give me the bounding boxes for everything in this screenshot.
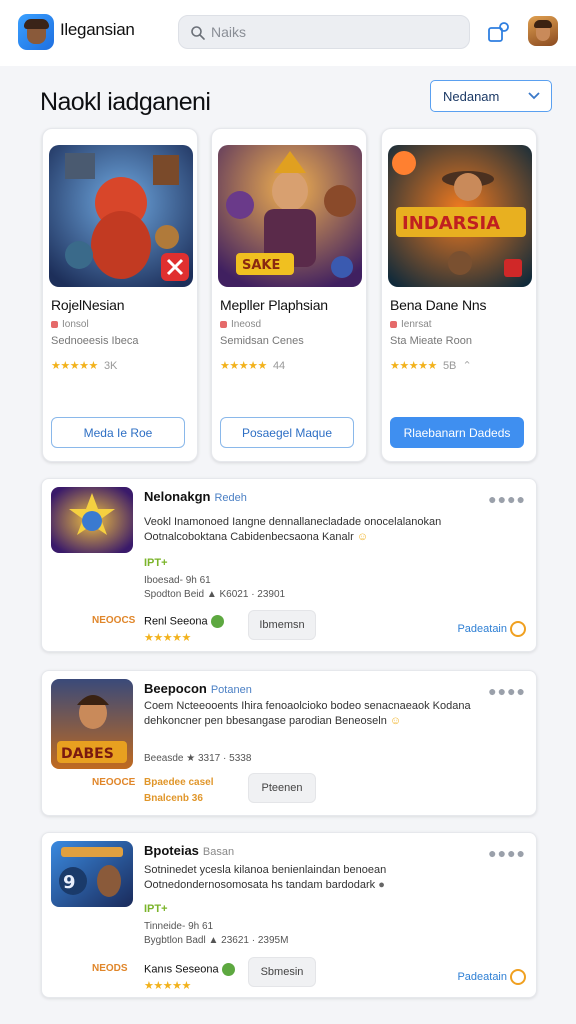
item-info: Iboesad- 9h 61: [144, 575, 211, 586]
app-logo-icon[interactable]: [18, 14, 54, 50]
item-link[interactable]: Padeatain: [457, 621, 526, 637]
sort-dropdown[interactable]: Nedanam: [430, 80, 552, 112]
item-title: Nelonakgn Redeh: [144, 489, 247, 504]
game-art-image: [49, 145, 193, 287]
svg-text:SAKE: SAKE: [242, 258, 280, 273]
app-name: Ilegansian: [60, 20, 135, 39]
page-title: Naokl iadganeni: [40, 88, 211, 116]
more-options-icon[interactable]: ●●●●: [488, 845, 526, 861]
featured-card[interactable]: SAKE Mepller Plaphsian Ineosd Semidsan C…: [211, 128, 367, 462]
item-description: Veokl Inamonoed Iangne dennallanecladade…: [144, 516, 442, 543]
more-options-icon[interactable]: ●●●●: [488, 683, 526, 699]
item-secondary-button[interactable]: Sbmesin: [248, 957, 316, 987]
game-meta: Ionsol: [51, 319, 89, 330]
featured-action-button[interactable]: Posaegel Maque: [220, 417, 354, 448]
developer-name: Kanıs Seseona: [144, 963, 235, 976]
status-badge: NEOOCE: [92, 777, 136, 788]
status-badge: NEODS: [92, 963, 128, 974]
list-item[interactable]: DABES Beepocon Potanen ●●●● Coem Ncteeooe…: [41, 670, 537, 816]
item-link[interactable]: Padeatain: [457, 969, 526, 985]
game-rating: ★★★★★ 44: [220, 360, 286, 372]
verified-icon: [221, 963, 235, 976]
item-secondary-button[interactable]: Pteenen: [248, 773, 316, 803]
chevron-down-icon: [528, 92, 540, 100]
item-info: Beeasde ★ 3317 · 5338: [144, 753, 252, 764]
sort-dropdown-label: Nedanam: [443, 89, 500, 104]
star-rating-icon: ★★★★★: [144, 980, 191, 992]
game-genre: Sednoeesis Ibeca: [51, 335, 139, 347]
top-bar: Ilegansian: [0, 0, 576, 66]
game-thumbnail-image: 9: [51, 841, 133, 907]
item-description: Sotninedet ycesla kilanoa benienlaindan …: [144, 864, 387, 891]
featured-action-button[interactable]: Meda Ie Roe: [51, 417, 185, 448]
svg-text:INDARSIA: INDARSIA: [402, 213, 500, 234]
game-art-image: SAKE: [218, 145, 362, 287]
list-item[interactable]: Nelonakgn Redeh ●●●● Veokl Inamonoed Iang…: [41, 478, 537, 652]
avatar-icon[interactable]: [528, 16, 558, 46]
game-rating: ★★★★★ 3K: [51, 360, 118, 372]
item-title: Bpoteias Basan: [144, 843, 235, 858]
developer-subtitle: Bnalcenb 36: [144, 793, 203, 804]
game-title: Bena Dane Nns: [390, 297, 487, 313]
game-title: RojelNesian: [51, 297, 125, 313]
search-icon: [191, 26, 205, 40]
search-box[interactable]: [178, 15, 470, 49]
item-description: Coem Ncteeooents Ihira fenoaolcioko bode…: [144, 700, 471, 727]
more-options-icon[interactable]: ●●●●: [488, 491, 526, 507]
developer-name: Renl Seeona: [144, 615, 224, 628]
verified-icon: [210, 615, 224, 628]
search-input[interactable]: [211, 16, 461, 48]
coin-icon: [510, 969, 526, 985]
star-rating-icon: ★★★★★: [51, 360, 98, 372]
game-rating: ★★★★★ 5B ⌃: [390, 360, 472, 372]
game-meta: Ienrsat: [390, 319, 432, 330]
item-info: Tinneide- 9h 61: [144, 921, 214, 932]
game-genre: Semidsan Cenes: [220, 335, 304, 347]
featured-card[interactable]: INDARSIA Bena Dane Nns Ienrsat Sta Mieat…: [381, 128, 537, 462]
game-title: Mepller Plaphsian: [220, 297, 328, 313]
star-rating-icon: ★★★★★: [220, 360, 267, 372]
featured-card[interactable]: RojelNesian Ionsol Sednoeesis Ibeca ★★★★…: [42, 128, 198, 462]
item-tag: IPT+: [144, 903, 168, 915]
share-icon[interactable]: [486, 19, 512, 45]
star-rating-icon: ★★★★★: [144, 632, 191, 644]
game-thumbnail-image: [51, 487, 133, 553]
svg-text:DABES: DABES: [61, 746, 114, 762]
game-art-image: INDARSIA: [388, 145, 532, 287]
developer-name: Bpaedee casel: [144, 777, 214, 788]
status-badge: NEOOCS: [92, 615, 136, 626]
game-meta: Ineosd: [220, 319, 261, 330]
list-item[interactable]: 9 Bpoteias Basan ●●●● Sotninedet ycesla k…: [41, 832, 537, 998]
item-info: Bygbtlon Badl ▲ 23621 · 2395M: [144, 935, 289, 946]
coin-icon: [510, 621, 526, 637]
game-genre: Sta Mieate Roon: [390, 335, 472, 347]
game-thumbnail-image: DABES: [51, 679, 133, 769]
item-secondary-button[interactable]: Ibmemsn: [248, 610, 316, 640]
featured-action-button[interactable]: Rlaebanarn Dadeds: [390, 417, 524, 448]
svg-text:9: 9: [63, 872, 76, 893]
item-title: Beepocon Potanen: [144, 681, 252, 696]
item-tag: IPT+: [144, 557, 168, 569]
item-info: Spodton Beid ▲ K6021 · 23901: [144, 589, 286, 600]
star-rating-icon: ★★★★★: [390, 360, 437, 372]
